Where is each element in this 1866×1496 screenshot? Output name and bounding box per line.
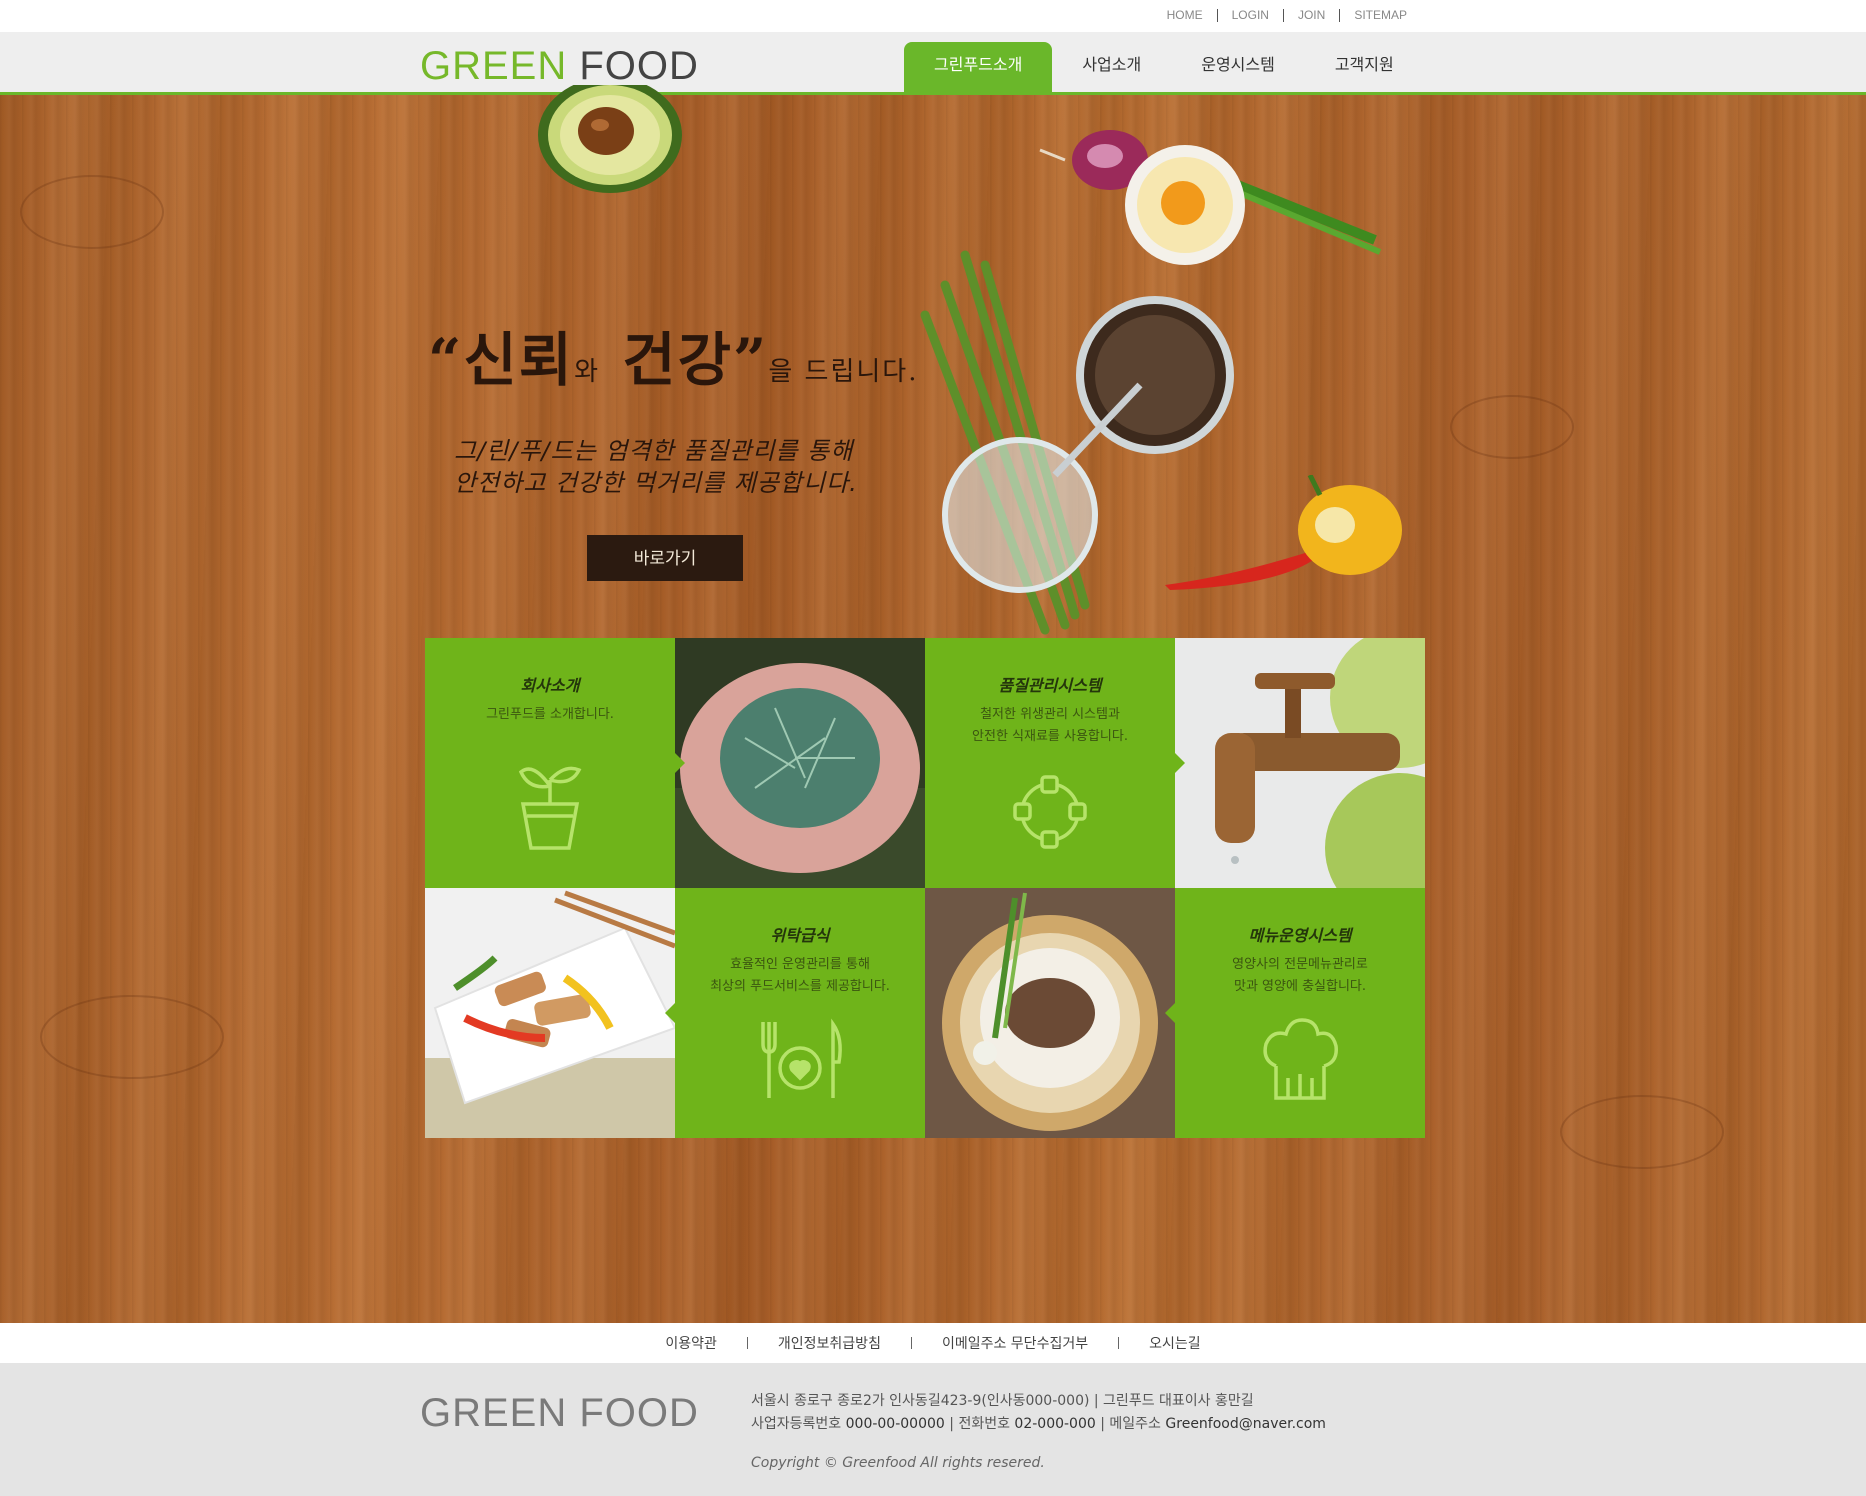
hero-headline: “신뢰와 건강”을 드립니다.: [428, 313, 918, 397]
site-footer: GREEN FOOD 서울시 종로구 종로2가 인사동길423-9(인사동000…: [0, 1363, 1866, 1496]
footer-links: 이용약관 개인정보취급방침 이메일주소 무단수집거부 오시는길: [0, 1323, 1866, 1363]
footer-company-info: 서울시 종로구 종로2가 인사동길423-9(인사동000-000) | 그린푸…: [751, 1390, 1326, 1436]
email-refusal-link[interactable]: 이메일주소 무단수집거부: [912, 1333, 1118, 1353]
copyright: Copyright © Greenfood All rights resered…: [751, 1455, 1045, 1471]
wood-knot: [40, 995, 224, 1079]
footer-address: 서울시 종로구 종로2가 인사동길423-9(인사동000-000) | 그린푸…: [751, 1393, 1254, 1409]
stir-fry-photo: [425, 888, 675, 1138]
plant-pot-icon: [518, 766, 582, 850]
tile-photo-rice-bowl: [925, 888, 1175, 1138]
avocado-image: [538, 85, 682, 193]
quote-close: ”: [732, 326, 769, 394]
tile-desc: 그린푸드를 소개합니다.: [486, 707, 614, 722]
sitemap-link[interactable]: SITEMAP: [1340, 8, 1421, 22]
tile-catering[interactable]: 위탁급식 효율적인 운영관리를 통해 최상의 푸드서비스를 제공합니다.: [665, 888, 925, 1138]
site-header: GREEN FOOD 그린푸드소개 사업소개 운영시스템 고객지원: [0, 32, 1866, 95]
home-link[interactable]: HOME: [1153, 8, 1217, 22]
nav-item-customer-support[interactable]: 고객지원: [1305, 42, 1424, 92]
wood-knot: [1450, 395, 1574, 459]
headline-tail: 을 드립니다.: [768, 357, 919, 387]
logo-green-text: GREEN: [420, 44, 568, 88]
nav-item-business[interactable]: 사업소개: [1052, 42, 1171, 92]
tile-title: 메뉴운영시스템: [1248, 926, 1352, 945]
directions-link[interactable]: 오시는길: [1119, 1333, 1231, 1353]
circle-nodes-icon: [1013, 775, 1087, 849]
faucet-photo: [1175, 638, 1425, 888]
nav-item-operation-system[interactable]: 운영시스템: [1171, 42, 1305, 92]
tile-desc: 영양사의 전문메뉴관리로: [1232, 957, 1368, 972]
tile-desc: 최상의 푸드서비스를 제공합니다.: [710, 979, 890, 994]
headline-word-health: 건강: [622, 326, 733, 394]
tile-photo-faucet: [1175, 638, 1425, 888]
footer-contact-line: 사업자등록번호 000-00-00000 | 전화번호 02-000-000 |…: [751, 1416, 1326, 1432]
logo-dark-text: FOOD: [579, 44, 699, 88]
quote-open: “: [428, 326, 464, 394]
tel-label: 전화번호: [958, 1416, 1010, 1432]
tile-company-intro[interactable]: 회사소개 그린푸드를 소개합니다.: [425, 638, 685, 888]
hero-description: 그/린/푸/드는 엄격한 품질관리를 통해 안전하고 건강한 먹거리를 제공합니…: [454, 435, 858, 499]
privacy-link[interactable]: 개인정보취급방침: [748, 1333, 911, 1353]
tel-number: 02-000-000: [1014, 1416, 1096, 1432]
wood-knot: [1560, 1095, 1724, 1169]
pine-needles-photo: [675, 638, 925, 888]
feature-grid: 회사소개 그린푸드를 소개합니다. 품질관리시스템 철저한 위생관리 시스템과 …: [425, 638, 1425, 1138]
nav-item-greenfood-intro[interactable]: 그린푸드소개: [904, 42, 1053, 92]
top-links: HOME LOGIN JOIN SITEMAP: [1153, 8, 1421, 22]
peppers-image: [1165, 475, 1402, 590]
wood-knot: [20, 175, 164, 249]
tile-photo-stir-fry: [425, 888, 675, 1138]
main-nav: 그린푸드소개 사업소개 운영시스템 고객지원: [904, 42, 1424, 92]
tile-menu-system[interactable]: 메뉴운영시스템 영양사의 전문메뉴관리로 맛과 영양에 충실합니다.: [1165, 888, 1425, 1138]
tile-desc: 안전한 식재료를 사용합니다.: [972, 729, 1128, 744]
rice-bowl-photo: [925, 888, 1175, 1138]
tile-desc: 철저한 위생관리 시스템과: [980, 707, 1120, 722]
tile-quality-system[interactable]: 품질관리시스템 철저한 위생관리 시스템과 안전한 식재료를 사용합니다.: [925, 638, 1185, 888]
go-now-button[interactable]: 바로가기: [587, 535, 743, 581]
terms-link[interactable]: 이용약관: [635, 1333, 747, 1353]
tile-photo-pine-needles: [675, 638, 925, 888]
join-link[interactable]: JOIN: [1284, 8, 1339, 22]
tile-title: 품질관리시스템: [998, 676, 1102, 695]
login-link[interactable]: LOGIN: [1218, 8, 1283, 22]
top-utility-bar: HOME LOGIN JOIN SITEMAP: [0, 0, 1866, 32]
headline-word-trust: 신뢰: [463, 326, 575, 394]
headline-particle: 와: [574, 357, 601, 387]
tile-desc: 맛과 영양에 충실합니다.: [1234, 979, 1366, 994]
hero-desc-line: 그/린/푸/드는 엄격한 품질관리를 통해: [454, 437, 854, 465]
biz-label: 사업자등록번호: [751, 1416, 842, 1432]
tile-title: 위탁급식: [770, 926, 830, 945]
tile-desc: 효율적인 운영관리를 통해: [730, 957, 870, 972]
tile-title: 회사소개: [520, 676, 580, 695]
chef-hat-icon: [1263, 1018, 1338, 1100]
email-label: 메일주소: [1109, 1416, 1161, 1432]
email-address: Greenfood@naver.com: [1165, 1416, 1326, 1432]
footer-logo: GREEN FOOD: [420, 1391, 699, 1435]
biz-number: 000-00-00000: [845, 1416, 945, 1432]
hero-desc-line: 안전하고 건강한 먹거리를 제공합니다.: [454, 469, 858, 497]
site-logo[interactable]: GREEN FOOD: [420, 44, 699, 88]
fork-plate-knife-icon: [761, 1018, 842, 1098]
